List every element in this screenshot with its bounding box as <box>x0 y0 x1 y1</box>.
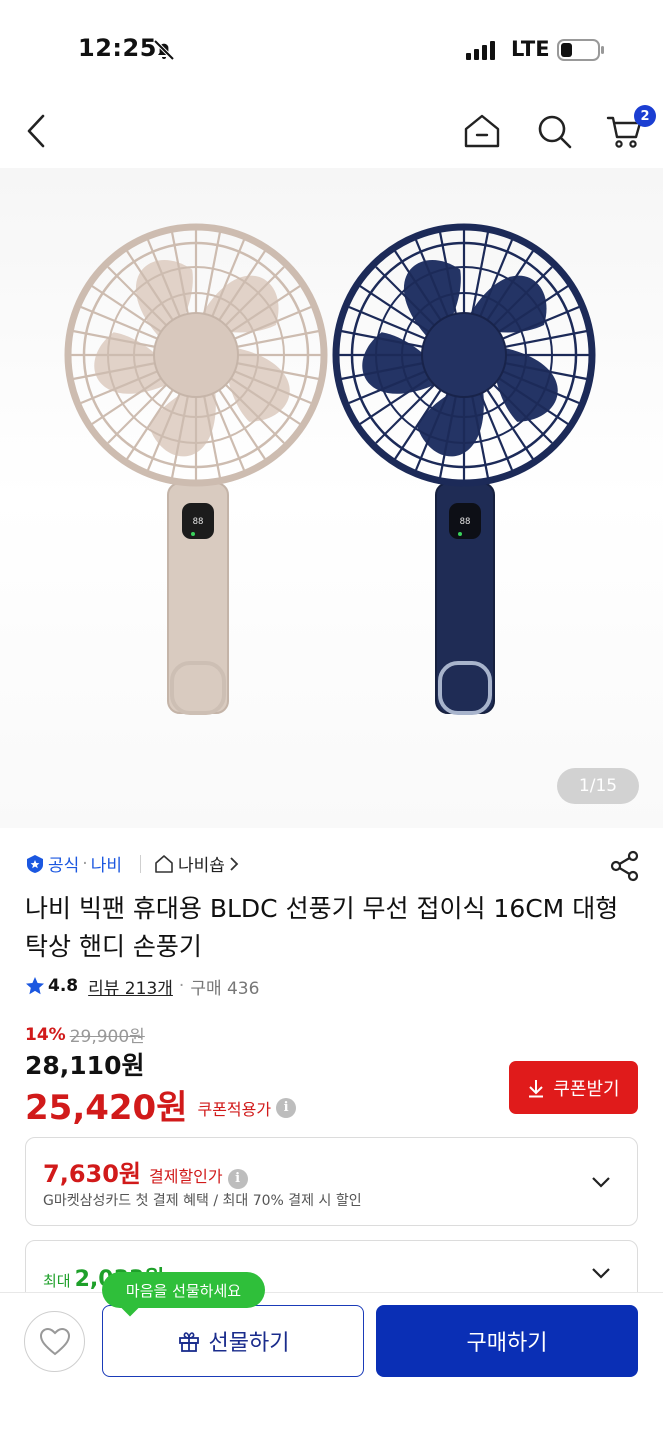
payment-discount-card[interactable]: 7,630원 결제할인가 i G마켓삼성카드 첫 결제 혜택 / 최대 70% … <box>25 1137 638 1226</box>
fan-illustration: 88 88 <box>0 168 663 715</box>
separator-dot: · <box>82 853 88 874</box>
rating-row: 4.8 리뷰 213개 · 구매 436 <box>25 972 259 1000</box>
shop-name: 나비숍 <box>178 856 225 876</box>
gift-button[interactable]: 선물하기 <box>102 1305 364 1377</box>
official-label: 공식 <box>48 856 80 876</box>
bell-off-icon <box>153 39 175 61</box>
status-bar: 12:25 LTE <box>0 0 663 100</box>
shop-link[interactable]: 나비숍 <box>154 851 239 876</box>
info-icon[interactable]: i <box>227 1168 248 1189</box>
shop-home-icon <box>155 854 173 873</box>
back-button[interactable] <box>14 108 60 154</box>
sale-price: 28,110원 <box>25 1051 145 1080</box>
home-icon <box>464 114 500 148</box>
image-counter: 1/15 <box>557 768 639 804</box>
share-icon[interactable] <box>608 849 642 883</box>
discount-percent: 14% <box>25 1024 66 1045</box>
svg-text:88: 88 <box>193 517 204 527</box>
product-image[interactable]: 88 88 <box>0 168 663 828</box>
separator-dot: · <box>178 976 185 996</box>
search-button[interactable] <box>531 108 577 154</box>
purchase-count: 구매 436 <box>190 978 260 999</box>
bottom-action-bar: 선물하기 구매하기 <box>0 1292 663 1440</box>
download-icon <box>529 1079 544 1097</box>
star-icon <box>26 977 44 995</box>
payment-discount-amount: 7,630원 <box>43 1160 141 1188</box>
buy-button[interactable]: 구매하기 <box>376 1305 638 1377</box>
battery-icon <box>557 39 604 61</box>
beige-fan: 88 <box>68 227 324 715</box>
original-price: 29,900원 <box>69 1027 145 1047</box>
official-badge-icon <box>27 854 43 873</box>
payment-discount-desc: G마켓삼성카드 첫 결제 혜택 / 최대 70% 결제 시 할인 <box>43 1193 362 1209</box>
chevron-down-icon <box>592 1268 610 1279</box>
review-link[interactable]: 리뷰 213개 <box>88 974 173 999</box>
reward-prefix: 최대 <box>43 1272 71 1290</box>
navy-fan: 88 <box>336 227 592 715</box>
official-brand-link[interactable]: 공식 · 나비 <box>25 851 122 876</box>
payment-discount-label: 결제할인가 <box>149 1167 223 1186</box>
cart-count-badge: 2 <box>634 105 656 127</box>
info-icon[interactable]: i <box>276 1097 297 1118</box>
gift-tooltip: 마음을 선물하세요 <box>102 1272 265 1308</box>
seller-row: 공식 · 나비 나비숍 <box>0 845 663 885</box>
payment-discount-amount-row: 7,630원 결제할인가 i <box>43 1154 248 1189</box>
gift-button-label: 선물하기 <box>208 1331 290 1356</box>
svg-text:88: 88 <box>460 517 471 527</box>
search-icon <box>538 115 572 149</box>
chevron-right-icon <box>230 856 239 871</box>
signal-icon <box>466 40 500 60</box>
home-button[interactable] <box>459 108 505 154</box>
rating-score: 4.8 <box>48 976 79 996</box>
gift-icon <box>178 1332 199 1352</box>
discount-row: 14% 29,900원 <box>25 1022 145 1048</box>
coupon-button-label: 쿠폰받기 <box>553 1078 620 1100</box>
top-nav <box>0 100 663 168</box>
status-time: 12:25 <box>78 34 157 62</box>
network-type: LTE <box>511 37 550 61</box>
wishlist-button[interactable] <box>24 1311 85 1372</box>
coupon-download-button[interactable]: 쿠폰받기 <box>509 1061 638 1114</box>
coupon-price-row: 25,420원 쿠폰적용가 i <box>25 1080 297 1129</box>
divider <box>140 855 141 873</box>
coupon-price: 25,420원 <box>25 1088 188 1128</box>
brand-name: 나비 <box>90 856 122 876</box>
coupon-price-label: 쿠폰적용가 <box>197 1099 272 1119</box>
chevron-down-icon <box>592 1177 610 1188</box>
chevron-left-icon <box>27 114 45 148</box>
product-title: 나비 빅팬 휴대용 BLDC 선풍기 무선 접이식 16CM 대형 탁상 핸디 … <box>25 894 619 961</box>
heart-icon <box>39 1327 70 1355</box>
buy-button-label: 구매하기 <box>466 1331 548 1356</box>
